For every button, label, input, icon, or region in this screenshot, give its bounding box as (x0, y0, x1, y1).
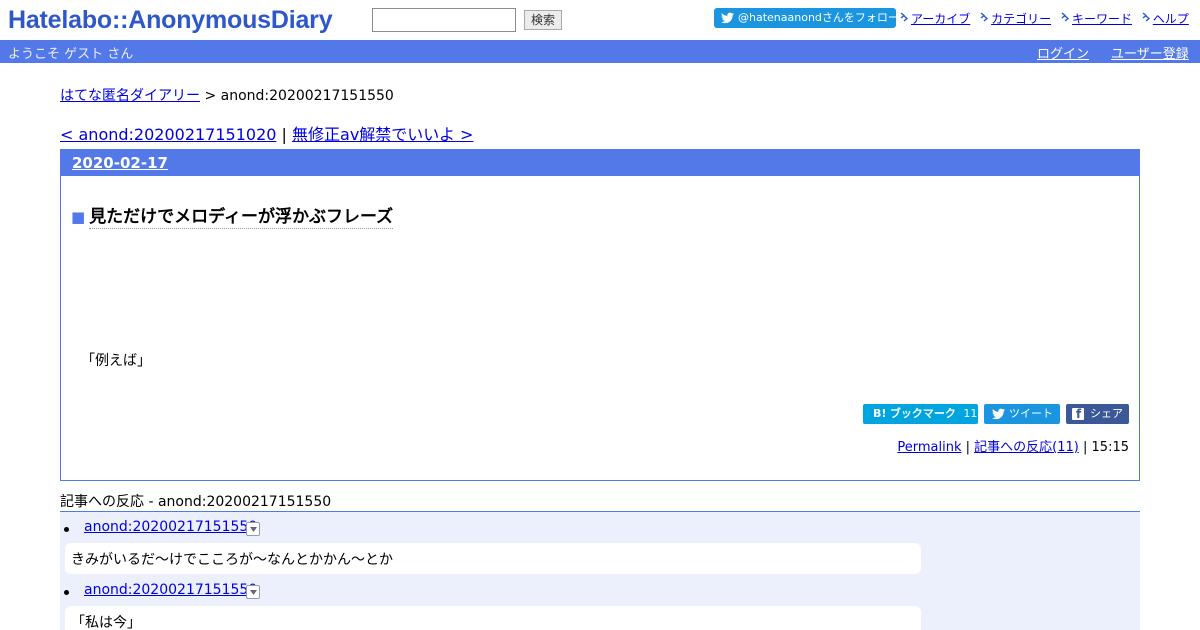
reaction-link[interactable]: anond:20200217151550 (84, 582, 257, 598)
chevron-right-icon (980, 12, 989, 22)
bookmark-label: ブックマーク (889, 407, 956, 420)
prev-entry-link[interactable]: < anond:20200217151020 (60, 125, 276, 144)
entry-pager: < anond:20200217151020 | 無修正av解禁でいいよ > (60, 121, 473, 145)
chevron-right-icon (900, 12, 908, 22)
pager-separator: | (281, 125, 287, 144)
expand-toggle[interactable] (246, 522, 260, 536)
day-section: 2020-02-17 ■ 見ただけでメロディーが浮かぶフレーズ 「例えば」 B! … (60, 149, 1140, 481)
entry-body: 「例えば」 (81, 353, 151, 369)
expand-toggle[interactable] (246, 585, 260, 599)
reaction-link[interactable]: anond:20200217151550 (84, 519, 257, 535)
search-button[interactable]: 検索 (524, 10, 562, 30)
facebook-icon: f (1072, 407, 1084, 421)
login-link[interactable]: ログイン (1037, 43, 1089, 62)
reaction-excerpt: きみがいるだ～けでこころが～なんとかかん～とか (65, 543, 921, 574)
top-links: アーカイブ カテゴリー キーワード ヘルプ (900, 10, 1195, 27)
facebook-share-button[interactable]: f シェア (1066, 404, 1129, 424)
site-header: Hatelabo::AnonymousDiary 検索 @hatenaanond… (0, 0, 1200, 40)
day-header: 2020-02-17 (61, 150, 1139, 176)
twitter-follow-button[interactable]: @hatenaanondさんをフォロー (714, 8, 899, 28)
twitter-bird-icon (721, 12, 734, 24)
reactions-list: anond:20200217151550 きみがいるだ～けでこころが～なんとかか… (60, 511, 1140, 630)
day-date-link[interactable]: 2020-02-17 (72, 154, 168, 172)
category-link[interactable]: カテゴリー (991, 12, 1051, 26)
follow-label: @hatenaanondさんをフォロー (738, 11, 899, 24)
entry-time: 15:15 (1091, 440, 1129, 455)
entry-marker-link[interactable]: ■ (71, 208, 85, 226)
chevron-right-icon (1142, 12, 1150, 22)
bullet (64, 527, 69, 532)
footer-separator: | (965, 440, 971, 455)
hatena-b-icon: B! (873, 407, 887, 420)
breadcrumb-current: anond:20200217151550 (220, 88, 394, 104)
keyword-link[interactable]: キーワード (1072, 12, 1132, 26)
register-link[interactable]: ユーザー登録 (1111, 43, 1189, 62)
breadcrumb-home-link[interactable]: はてな匿名ダイアリー (60, 88, 200, 104)
archive-link[interactable]: アーカイブ (911, 12, 970, 26)
welcome-text: ようこそ ゲスト さん (8, 47, 134, 62)
chevron-right-icon (1061, 12, 1069, 22)
next-entry-link[interactable]: 無修正av解禁でいいよ > (292, 125, 473, 144)
breadcrumb-separator: > (204, 88, 217, 104)
site-logo[interactable]: Hatelabo::AnonymousDiary (8, 6, 333, 35)
breadcrumb: はてな匿名ダイアリー > anond:20200217151550 (60, 85, 394, 105)
permalink[interactable]: Permalink (897, 440, 961, 455)
bullet (64, 590, 69, 595)
hatena-bookmark-button[interactable]: B! ブックマーク 11 (863, 404, 978, 424)
entry-title-text: 見ただけでメロディーが浮かぶフレーズ (89, 207, 394, 229)
search-input[interactable] (372, 8, 516, 32)
share-label: シェア (1090, 407, 1123, 420)
chevron-down-icon (250, 590, 257, 595)
tweet-label: ツイート (1009, 407, 1053, 420)
reactions-heading: 記事への反応 - anond:20200217151550 (60, 494, 332, 510)
archive-link-item: アーカイブ (900, 10, 970, 27)
reactions-link[interactable]: 記事への反応(11) (974, 440, 1079, 455)
entry-footer: Permalink | 記事への反応(11) | 15:15 (897, 436, 1129, 455)
tweet-button[interactable]: ツイート (984, 404, 1060, 424)
category-link-item: カテゴリー (980, 10, 1051, 27)
twitter-bird-icon (992, 408, 1005, 420)
keyword-link-item: キーワード (1061, 10, 1132, 27)
help-link-item: ヘルプ (1142, 10, 1189, 27)
user-bar: ようこそ ゲスト さん ログイン ユーザー登録 (0, 40, 1200, 63)
chevron-down-icon (250, 527, 257, 532)
entry-title: ■ 見ただけでメロディーが浮かぶフレーズ (71, 202, 394, 229)
bookmark-count: 11 (963, 407, 978, 420)
reaction-excerpt: 「私は今」 (65, 606, 921, 630)
help-link[interactable]: ヘルプ (1153, 12, 1189, 26)
footer-separator: | (1083, 440, 1088, 455)
